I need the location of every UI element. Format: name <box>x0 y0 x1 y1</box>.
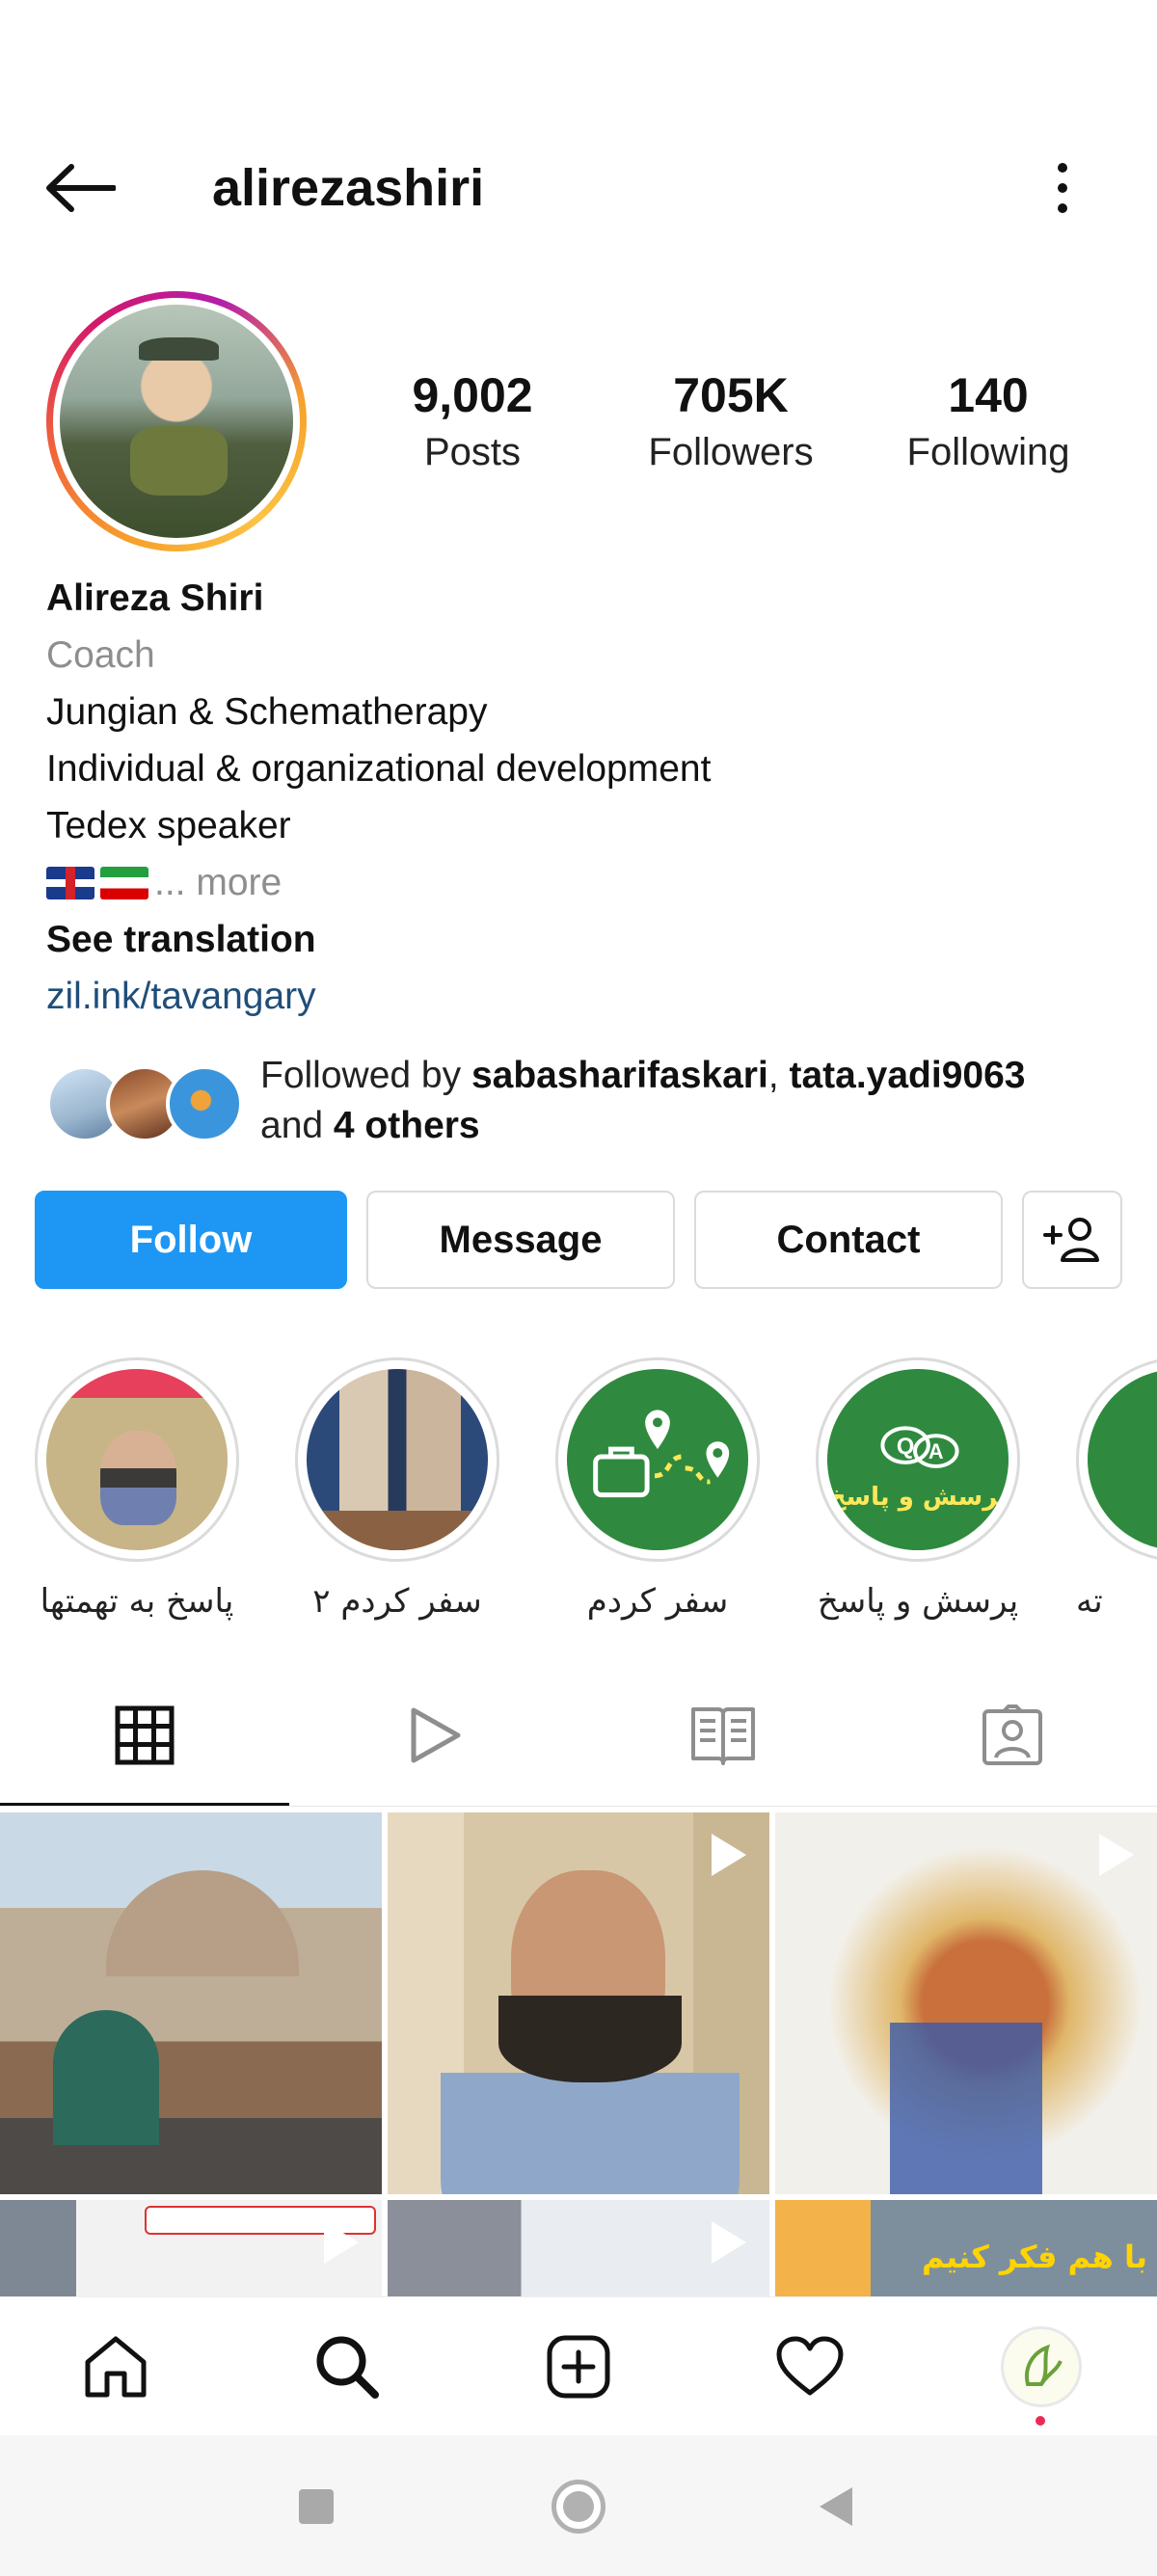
bio-line: Tedex speaker <box>46 805 291 846</box>
highlight-cover <box>1088 1369 1157 1550</box>
reel-play-icon <box>712 1834 746 1876</box>
following-count: 140 <box>948 368 1029 422</box>
message-button[interactable]: Message <box>366 1191 675 1289</box>
posts-count: 9,002 <box>412 368 533 422</box>
story-highlight[interactable]: سفر کردم <box>555 1357 760 1623</box>
reel-play-icon <box>712 2221 746 2264</box>
highlight-label: ته <box>1076 1582 1103 1621</box>
post-overlay-text: با هم فکر کنیم <box>921 2239 1147 2275</box>
profile-avatar[interactable] <box>46 291 307 551</box>
system-back-icon[interactable] <box>820 2487 852 2526</box>
add-person-icon <box>1043 1218 1099 1262</box>
mutual-followers-avatars[interactable] <box>46 1056 243 1142</box>
separator: , <box>767 1055 790 1096</box>
followers-label: Followers <box>648 431 814 473</box>
grid-post[interactable] <box>388 2200 769 2296</box>
followed-by-prefix: Followed by <box>260 1055 471 1096</box>
contact-button[interactable]: Contact <box>694 1191 1003 1289</box>
followed-by-and: and <box>260 1105 334 1146</box>
followed-by-others: 4 others <box>333 1105 480 1146</box>
grid-post[interactable]: با هم فکر کنیم <box>775 2200 1157 2296</box>
see-translation-link[interactable]: See translation <box>46 912 316 968</box>
suggested-accounts-button[interactable] <box>1022 1191 1122 1289</box>
travel-map-icon <box>567 1369 748 1550</box>
bio-flags-line: ... more <box>46 855 282 911</box>
story-highlight[interactable]: پاسخ به تهمتها <box>35 1357 239 1623</box>
profile-username: alirezashiri <box>212 159 485 217</box>
story-highlight[interactable]: Q A پرسش و پاسخ پرسش و پاسخ <box>816 1357 1020 1623</box>
display-name: Alireza Shiri <box>46 577 264 619</box>
reel-play-icon <box>324 2221 359 2264</box>
tab-tagged[interactable] <box>868 1687 1157 1784</box>
divider <box>0 1806 1157 1807</box>
nav-create[interactable] <box>521 2297 636 2436</box>
leaf-logo-icon <box>1025 2344 1063 2386</box>
highlight-cover-text: پرسش و پاسخ <box>827 1483 1009 1512</box>
follow-button[interactable]: Follow <box>35 1191 347 1289</box>
bio-line: Individual & organizational development <box>46 748 712 790</box>
reels-play-icon <box>411 1707 461 1763</box>
system-home-icon[interactable] <box>552 2480 605 2534</box>
tagged-person-icon <box>982 1704 1042 1765</box>
avatar <box>1001 2326 1082 2407</box>
story-highlight[interactable]: سفر کردم ۲ <box>295 1357 499 1623</box>
svg-text:Q: Q <box>897 1435 914 1460</box>
guides-book-icon <box>691 1707 755 1765</box>
tab-guides[interactable] <box>578 1687 868 1784</box>
mutual-follower-username: sabasharifaskari <box>471 1055 768 1096</box>
tab-reels[interactable] <box>289 1687 578 1784</box>
iran-flag-icon <box>100 867 148 899</box>
nav-search[interactable] <box>289 2297 405 2436</box>
avatar-photo <box>60 305 293 538</box>
search-icon <box>316 2336 379 2399</box>
highlight-label: پاسخ به تهمتها <box>40 1582 234 1621</box>
svg-text:A: A <box>928 1439 944 1463</box>
posts-stat[interactable]: 9,002 Posts <box>376 366 569 480</box>
highlight-cover <box>567 1369 748 1550</box>
following-label: Following <box>906 431 1070 473</box>
nav-activity[interactable] <box>752 2297 868 2436</box>
heart-icon <box>776 2336 844 2396</box>
posts-label: Posts <box>423 431 522 473</box>
highlight-cover <box>46 1369 228 1550</box>
question-answer-icon: Q A <box>827 1369 1009 1550</box>
grid-icon <box>115 1705 175 1765</box>
story-highlight[interactable]: ته <box>1076 1357 1157 1623</box>
avatar <box>166 1065 243 1142</box>
following-stat[interactable]: 140 Following <box>892 366 1085 480</box>
mutual-follower-username: tata.yadi9063 <box>789 1055 1026 1096</box>
create-post-icon <box>547 2335 610 2399</box>
back-arrow-icon[interactable] <box>44 154 121 222</box>
nav-home[interactable] <box>58 2297 174 2436</box>
highlight-label: سفر کردم <box>586 1582 729 1621</box>
uk-flag-icon <box>46 867 94 899</box>
bottom-nav <box>0 2296 1157 2435</box>
bio-website-link[interactable]: zil.ink/tavangary <box>46 969 316 1025</box>
more-options-icon[interactable] <box>1041 154 1084 222</box>
grid-post[interactable] <box>775 1812 1157 2194</box>
grid-post[interactable] <box>0 1812 382 2194</box>
home-icon <box>85 2336 147 2398</box>
recent-apps-icon[interactable] <box>299 2489 334 2524</box>
bio-more-link[interactable]: ... more <box>154 855 282 911</box>
followers-count: 705K <box>673 368 789 422</box>
grid-post[interactable] <box>388 1812 769 2194</box>
tab-posts-grid[interactable] <box>0 1687 289 1784</box>
highlight-label: پرسش و پاسخ <box>817 1582 1019 1621</box>
highlight-label: سفر کردم ۲ <box>312 1582 482 1621</box>
grid-post[interactable] <box>0 2200 382 2296</box>
bio-line: Jungian & Schematherapy <box>46 691 488 733</box>
reel-play-icon <box>1099 1834 1134 1876</box>
profile-category: Coach <box>46 634 155 676</box>
followed-by-text[interactable]: Followed by sabasharifaskari, tata.yadi9… <box>260 1051 1109 1151</box>
highlight-cover: Q A پرسش و پاسخ <box>827 1369 1009 1550</box>
highlight-cover <box>307 1369 488 1550</box>
notification-dot <box>1036 2416 1045 2426</box>
followers-stat[interactable]: 705K Followers <box>634 366 827 480</box>
